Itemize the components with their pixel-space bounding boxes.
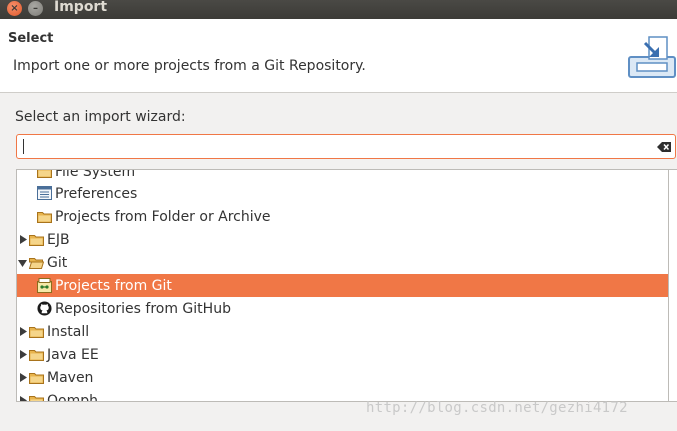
tree-item-repositories-from-github[interactable]: Repositories from GitHub: [17, 297, 669, 320]
tree-item-label: Repositories from GitHub: [55, 300, 231, 317]
expand-arrow-icon[interactable]: [19, 373, 28, 382]
wizard-filter-field[interactable]: [16, 134, 676, 159]
tree-item-file-system[interactable]: File System: [17, 169, 669, 183]
github-icon: [37, 301, 52, 316]
tree-item-label: Projects from Folder or Archive: [55, 208, 271, 225]
tree-item-projects-from-git[interactable]: Projects from Git: [17, 274, 669, 297]
wizard-tree[interactable]: File System Preferences Projects from Fo…: [16, 169, 669, 402]
git-projects-icon: [37, 278, 52, 293]
tree-item-label: Oomph: [47, 392, 98, 402]
tree-item-label: Git: [47, 254, 68, 271]
tree-item-label: Install: [47, 323, 90, 340]
tree-item-preferences[interactable]: Preferences: [17, 182, 669, 205]
wizard-filter-input[interactable]: [20, 137, 644, 158]
folder-icon: [29, 235, 44, 246]
tree-item-install[interactable]: Install: [17, 320, 669, 343]
expand-arrow-icon[interactable]: [19, 235, 28, 244]
clear-filter-icon[interactable]: [657, 141, 672, 153]
collapse-arrow-icon[interactable]: [18, 259, 27, 268]
expand-arrow-icon[interactable]: [19, 350, 28, 359]
folder-icon: [29, 373, 44, 384]
preferences-icon: [37, 186, 52, 200]
tree-item-label: EJB: [47, 231, 70, 248]
tree-scrollbar[interactable]: [668, 169, 677, 402]
tree-item-label: Java EE: [47, 346, 99, 363]
tree-item-maven[interactable]: Maven: [17, 366, 669, 389]
tree-item-projects-from-folder[interactable]: Projects from Folder or Archive: [17, 205, 669, 228]
tree-item-label: File System: [55, 169, 136, 180]
folder-icon: [29, 327, 44, 338]
close-icon: ×: [10, 3, 19, 14]
expand-arrow-icon[interactable]: [19, 327, 28, 336]
tree-item-ejb[interactable]: EJB: [17, 228, 669, 251]
folder-icon: [29, 396, 44, 401]
folder-icon: [37, 170, 52, 178]
minimize-window-button[interactable]: –: [28, 1, 43, 16]
folder-open-icon: [29, 258, 44, 269]
page-title: Select: [8, 31, 54, 46]
tree-item-git[interactable]: Git: [17, 251, 669, 274]
watermark: http://blog.csdn.net/gezhi4172: [366, 400, 628, 416]
import-wizard-icon: [628, 36, 676, 78]
tree-item-java-ee[interactable]: Java EE: [17, 343, 669, 366]
expand-arrow-icon[interactable]: [19, 396, 28, 402]
folder-icon: [29, 350, 44, 361]
folder-icon: [37, 212, 52, 223]
tree-item-label: Preferences: [55, 185, 138, 202]
tree-item-label: Projects from Git: [55, 277, 172, 294]
wizard-header: Select Import one or more projects from …: [0, 19, 677, 93]
page-description: Import one or more projects from a Git R…: [13, 58, 366, 74]
wizard-prompt: Select an import wizard:: [15, 109, 186, 125]
minimize-icon: –: [33, 3, 38, 14]
window-title: Import: [54, 0, 108, 15]
tree-item-label: Maven: [47, 369, 94, 386]
close-window-button[interactable]: ×: [7, 1, 22, 16]
title-bar: × – Import: [0, 0, 677, 19]
